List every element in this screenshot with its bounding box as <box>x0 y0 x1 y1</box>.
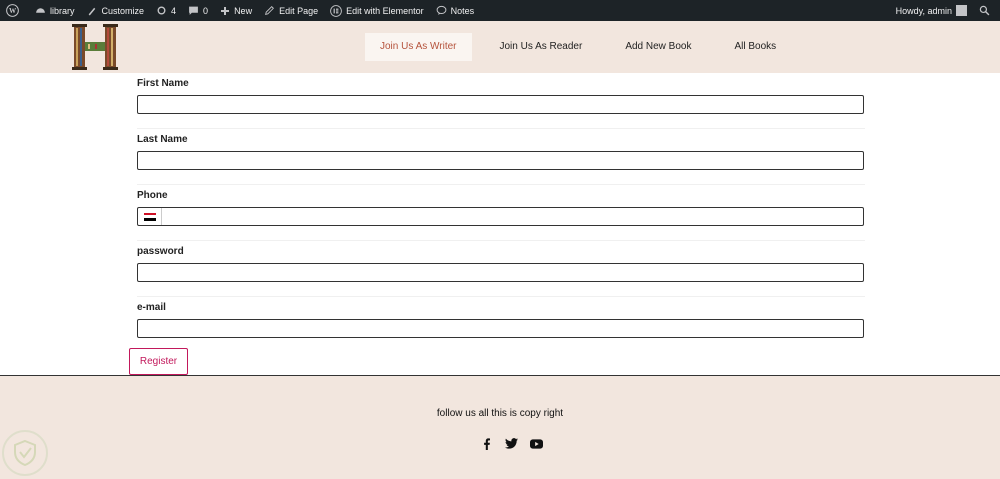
site-name-link[interactable]: library <box>29 0 81 21</box>
facebook-icon[interactable] <box>480 437 493 450</box>
comments-count: 0 <box>203 5 209 16</box>
last-name-input[interactable] <box>137 151 864 170</box>
phone-group: Phone <box>137 185 865 241</box>
elementor-icon <box>330 4 342 17</box>
admin-bar: W library Customize 4 0 New Edit Page Ed… <box>0 0 1000 21</box>
site-footer: follow us all this is copy right <box>0 375 1000 479</box>
new-label: New <box>234 5 253 16</box>
twitter-icon[interactable] <box>505 437 518 450</box>
edit-page-link[interactable]: Edit Page <box>258 0 324 21</box>
nav-add-new-book[interactable]: Add New Book <box>610 33 706 61</box>
user-account-link[interactable]: Howdy, admin <box>890 0 973 21</box>
first-name-label: First Name <box>137 78 189 89</box>
avatar <box>956 5 967 16</box>
pencil-icon <box>265 6 275 15</box>
nav-join-writer[interactable]: Join Us As Writer <box>365 33 472 61</box>
updates-link[interactable]: 4 <box>150 0 182 21</box>
first-name-group: First Name <box>137 73 865 129</box>
phone-input[interactable] <box>162 208 863 225</box>
social-links <box>480 437 543 450</box>
first-name-input[interactable] <box>137 95 864 114</box>
email-input[interactable] <box>137 319 864 338</box>
updates-icon <box>157 6 166 15</box>
comment-icon <box>189 6 198 15</box>
new-content-link[interactable]: New <box>214 0 258 21</box>
site-name: library <box>50 5 75 16</box>
registration-form: First Name Last Name Phone password e-ma… <box>137 73 865 353</box>
password-label: password <box>137 246 184 257</box>
svg-text:W: W <box>9 7 17 15</box>
footer-text: follow us all this is copy right <box>436 408 564 419</box>
edit-page-label: Edit Page <box>279 5 319 16</box>
plus-icon <box>221 6 230 15</box>
email-label: e-mail <box>137 302 166 313</box>
last-name-group: Last Name <box>137 129 865 185</box>
dashboard-icon <box>36 8 45 13</box>
notes-label: Notes <box>450 5 475 16</box>
customize-label: Customize <box>101 5 145 16</box>
register-button[interactable]: Register <box>129 348 188 375</box>
notes-link[interactable]: Notes <box>430 0 481 21</box>
comments-link[interactable]: 0 <box>182 0 214 21</box>
elementor-link[interactable]: Edit with Elementor <box>324 0 430 21</box>
password-input[interactable] <box>137 263 864 282</box>
paintbrush-icon <box>88 7 95 16</box>
main-navigation: Join Us As Writer Join Us As Reader Add … <box>365 33 791 61</box>
email-group: e-mail <box>137 297 865 353</box>
customize-link[interactable]: Customize <box>81 0 151 21</box>
security-badge-icon <box>2 430 48 476</box>
site-header: Join Us As Writer Join Us As Reader Add … <box>0 21 1000 73</box>
phone-field <box>137 207 864 226</box>
updates-count: 4 <box>171 5 177 16</box>
nav-all-books[interactable]: All Books <box>719 33 791 61</box>
howdy-label: Howdy, admin <box>895 5 952 16</box>
wordpress-logo-icon[interactable]: W <box>0 0 29 21</box>
country-code-selector[interactable] <box>138 208 162 225</box>
search-icon <box>979 5 990 16</box>
nav-join-reader[interactable]: Join Us As Reader <box>485 33 598 61</box>
egypt-flag-icon <box>143 212 156 221</box>
youtube-icon[interactable] <box>530 437 543 450</box>
last-name-label: Last Name <box>137 134 188 145</box>
password-group: password <box>137 241 865 297</box>
phone-label: Phone <box>137 190 168 201</box>
search-button[interactable] <box>973 0 1000 21</box>
speech-bubble-icon <box>436 5 447 15</box>
elementor-label: Edit with Elementor <box>346 5 424 16</box>
site-logo[interactable] <box>71 22 119 72</box>
